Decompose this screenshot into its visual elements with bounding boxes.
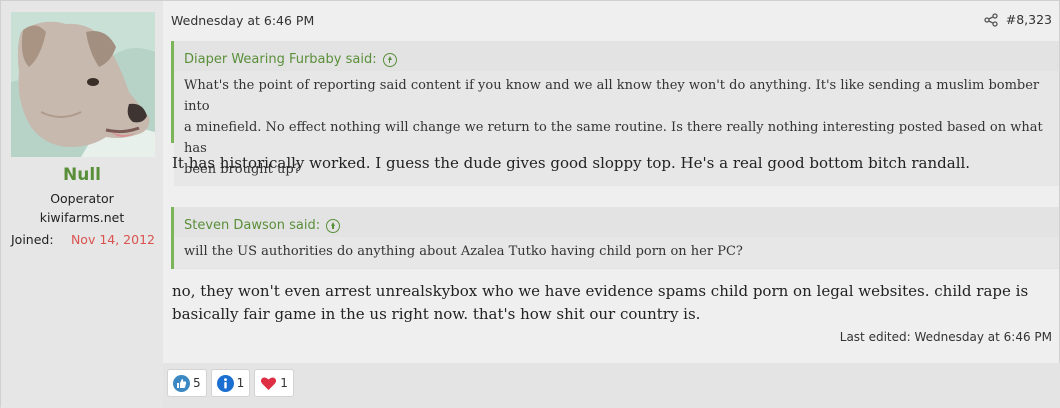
post-actions: #8,323 [984, 12, 1052, 27]
reaction-love[interactable]: 1 [254, 369, 294, 397]
post-paragraph: no, they won't even arrest unrealskybox … [172, 280, 1052, 326]
user-site: kiwifarms.net [39, 210, 125, 225]
post-date[interactable]: Wednesday at 6:46 PM [171, 13, 314, 28]
quote-body: will the US authorities do anything abou… [174, 237, 1059, 268]
heart-icon [260, 375, 277, 392]
post-number[interactable]: #8,323 [1006, 12, 1052, 27]
dog-avatar-image [11, 12, 155, 157]
share-icon[interactable] [984, 12, 998, 27]
joined-label: Joined: [11, 232, 54, 247]
reaction-count: 5 [193, 376, 201, 390]
quote-line: will the US authorities do anything abou… [184, 244, 743, 259]
quote-author[interactable]: Diaper Wearing Furbaby said: [184, 52, 377, 67]
user-panel: Null Ooperator kiwifarms.net Joined: Nov… [1, 1, 163, 408]
avatar[interactable] [11, 12, 155, 157]
joined-date: Nov 14, 2012 [70, 232, 155, 247]
post-footer: 5 1 1 [163, 363, 1060, 408]
reaction-count: 1 [280, 376, 288, 390]
post-main: Wednesday at 6:46 PM #8,323 Diaper Weari… [163, 1, 1060, 408]
quote-header[interactable]: Steven Dawson said: [174, 207, 1059, 237]
reaction-informative[interactable]: 1 [210, 369, 251, 397]
quote-block: Diaper Wearing Furbaby said: What's the … [171, 41, 1059, 186]
reactions-bar: 5 1 1 [167, 369, 294, 397]
post-paragraph: It has historically worked. I guess the … [172, 154, 971, 172]
reaction-count: 1 [236, 376, 245, 390]
info-icon [216, 374, 234, 392]
username[interactable]: Null [1, 165, 163, 185]
quote-line: What's the point of reporting said conte… [184, 78, 1040, 114]
last-edited: Last edited: Wednesday at 6:46 PM [839, 330, 1052, 344]
jump-to-quote-icon[interactable] [326, 218, 341, 233]
quote-author[interactable]: Steven Dawson said: [184, 218, 320, 233]
user-title: Ooperator [50, 191, 114, 206]
thumbs-up-icon [173, 374, 190, 392]
forum-post: Null Ooperator kiwifarms.net Joined: Nov… [0, 0, 1060, 408]
reaction-like[interactable]: 5 [167, 369, 207, 397]
post-line: no, they won't even arrest unrealskybox … [172, 282, 1029, 300]
quote-block: Steven Dawson said: will the US authorit… [171, 207, 1059, 269]
jump-to-quote-icon[interactable] [382, 52, 397, 67]
quote-header[interactable]: Diaper Wearing Furbaby said: [174, 41, 1059, 71]
post-line: basically fair game in the us right now.… [172, 305, 701, 323]
